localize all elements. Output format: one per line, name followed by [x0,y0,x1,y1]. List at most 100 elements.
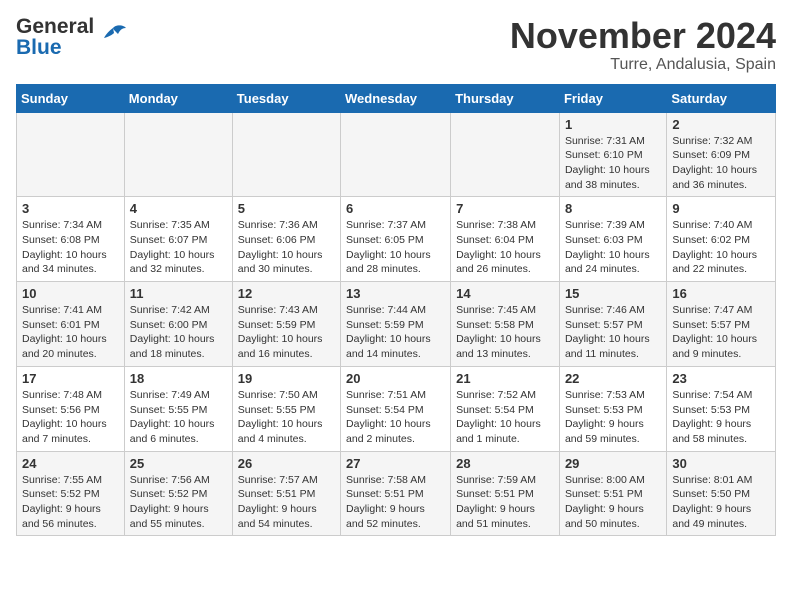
day-detail: Sunrise: 7:53 AM Sunset: 5:53 PM Dayligh… [565,389,645,445]
calendar-cell: 21 Sunrise: 7:52 AM Sunset: 5:54 PM Dayli… [451,366,560,451]
day-detail: Sunrise: 7:48 AM Sunset: 5:56 PM Dayligh… [22,389,107,445]
day-detail: Sunrise: 7:51 AM Sunset: 5:54 PM Dayligh… [346,389,431,445]
month-title: November 2024 [510,16,776,56]
calendar-cell: 18 Sunrise: 7:49 AM Sunset: 5:55 PM Dayli… [124,366,232,451]
day-number: 11 [130,286,227,301]
weekday-header-row: SundayMondayTuesdayWednesdayThursdayFrid… [17,84,776,112]
day-detail: Sunrise: 7:56 AM Sunset: 5:52 PM Dayligh… [130,474,210,530]
day-number: 27 [346,456,445,471]
day-number: 3 [22,201,119,216]
calendar-cell: 22 Sunrise: 7:53 AM Sunset: 5:53 PM Dayli… [559,366,666,451]
title-area: November 2024 Turre, Andalusia, Spain [510,16,776,74]
day-detail: Sunrise: 7:55 AM Sunset: 5:52 PM Dayligh… [22,474,102,530]
day-detail: Sunrise: 7:32 AM Sunset: 6:09 PM Dayligh… [672,135,757,191]
day-detail: Sunrise: 7:49 AM Sunset: 5:55 PM Dayligh… [130,389,215,445]
location-title: Turre, Andalusia, Spain [510,56,776,74]
weekday-header-sunday: Sunday [17,84,125,112]
calendar-cell: 6 Sunrise: 7:37 AM Sunset: 6:05 PM Daylig… [341,197,451,282]
day-number: 26 [238,456,335,471]
day-number: 1 [565,117,661,132]
calendar-cell: 1 Sunrise: 7:31 AM Sunset: 6:10 PM Daylig… [559,112,666,197]
day-number: 29 [565,456,661,471]
day-number: 19 [238,371,335,386]
logo-general: General [16,16,94,37]
day-number: 25 [130,456,227,471]
day-detail: Sunrise: 7:37 AM Sunset: 6:05 PM Dayligh… [346,219,431,275]
calendar-cell: 16 Sunrise: 7:47 AM Sunset: 5:57 PM Dayli… [667,282,776,367]
day-detail: Sunrise: 7:39 AM Sunset: 6:03 PM Dayligh… [565,219,650,275]
weekday-header-thursday: Thursday [451,84,560,112]
day-number: 22 [565,371,661,386]
calendar-table: SundayMondayTuesdayWednesdayThursdayFrid… [16,84,776,537]
calendar-cell: 10Sunrise: 7:41 AM Sunset: 6:01 PM Dayli… [17,282,125,367]
day-detail: Sunrise: 7:35 AM Sunset: 6:07 PM Dayligh… [130,219,215,275]
day-number: 17 [22,371,119,386]
logo: General Blue [16,16,128,58]
calendar-cell: 8 Sunrise: 7:39 AM Sunset: 6:03 PM Daylig… [559,197,666,282]
day-number: 6 [346,201,445,216]
day-detail: Sunrise: 7:36 AM Sunset: 6:06 PM Dayligh… [238,219,323,275]
day-detail: Sunrise: 8:00 AM Sunset: 5:51 PM Dayligh… [565,474,645,530]
calendar-cell: 13 Sunrise: 7:44 AM Sunset: 5:59 PM Dayli… [341,282,451,367]
calendar-cell: 23 Sunrise: 7:54 AM Sunset: 5:53 PM Dayli… [667,366,776,451]
calendar-cell: 27 Sunrise: 7:58 AM Sunset: 5:51 PM Dayli… [341,451,451,536]
day-number: 7 [456,201,554,216]
calendar-cell: 17 Sunrise: 7:48 AM Sunset: 5:56 PM Dayli… [17,366,125,451]
day-detail: Sunrise: 7:52 AM Sunset: 5:54 PM Dayligh… [456,389,541,445]
day-detail: Sunrise: 7:45 AM Sunset: 5:58 PM Dayligh… [456,304,541,360]
weekday-header-monday: Monday [124,84,232,112]
weekday-header-saturday: Saturday [667,84,776,112]
calendar-cell: 25 Sunrise: 7:56 AM Sunset: 5:52 PM Dayli… [124,451,232,536]
calendar-cell: 28Sunrise: 7:59 AM Sunset: 5:51 PM Dayli… [451,451,560,536]
calendar-cell: 2 Sunrise: 7:32 AM Sunset: 6:09 PM Daylig… [667,112,776,197]
calendar-week-row: 17 Sunrise: 7:48 AM Sunset: 5:56 PM Dayli… [17,366,776,451]
day-number: 15 [565,286,661,301]
calendar-cell [124,112,232,197]
calendar-cell: 7 Sunrise: 7:38 AM Sunset: 6:04 PM Daylig… [451,197,560,282]
day-number: 24 [22,456,119,471]
day-detail: Sunrise: 7:43 AM Sunset: 5:59 PM Dayligh… [238,304,323,360]
day-number: 18 [130,371,227,386]
calendar-cell [341,112,451,197]
day-detail: Sunrise: 7:38 AM Sunset: 6:04 PM Dayligh… [456,219,541,275]
logo-blue: Blue [16,37,94,58]
calendar-cell [17,112,125,197]
day-number: 8 [565,201,661,216]
calendar-cell: 12 Sunrise: 7:43 AM Sunset: 5:59 PM Dayli… [232,282,340,367]
day-detail: Sunrise: 7:42 AM Sunset: 6:00 PM Dayligh… [130,304,215,360]
day-number: 16 [672,286,770,301]
calendar-cell: 3 Sunrise: 7:34 AM Sunset: 6:08 PM Daylig… [17,197,125,282]
calendar-week-row: 24 Sunrise: 7:55 AM Sunset: 5:52 PM Dayli… [17,451,776,536]
day-detail: Sunrise: 7:54 AM Sunset: 5:53 PM Dayligh… [672,389,752,445]
day-detail: Sunrise: 7:34 AM Sunset: 6:08 PM Dayligh… [22,219,107,275]
logo-bird-icon [98,20,128,55]
header: General Blue November 2024 Turre, Andalu… [16,16,776,74]
day-number: 2 [672,117,770,132]
day-number: 12 [238,286,335,301]
day-detail: Sunrise: 8:01 AM Sunset: 5:50 PM Dayligh… [672,474,752,530]
day-number: 23 [672,371,770,386]
day-number: 21 [456,371,554,386]
calendar-cell: 30 Sunrise: 8:01 AM Sunset: 5:50 PM Dayli… [667,451,776,536]
day-detail: Sunrise: 7:57 AM Sunset: 5:51 PM Dayligh… [238,474,318,530]
day-number: 13 [346,286,445,301]
calendar-cell: 9 Sunrise: 7:40 AM Sunset: 6:02 PM Daylig… [667,197,776,282]
day-detail: Sunrise: 7:50 AM Sunset: 5:55 PM Dayligh… [238,389,323,445]
day-detail: Sunrise: 7:41 AM Sunset: 6:01 PM Dayligh… [22,304,107,360]
calendar-cell: 15Sunrise: 7:46 AM Sunset: 5:57 PM Dayli… [559,282,666,367]
day-number: 28 [456,456,554,471]
day-detail: Sunrise: 7:40 AM Sunset: 6:02 PM Dayligh… [672,219,757,275]
calendar-cell: 24 Sunrise: 7:55 AM Sunset: 5:52 PM Dayli… [17,451,125,536]
day-detail: Sunrise: 7:44 AM Sunset: 5:59 PM Dayligh… [346,304,431,360]
day-number: 30 [672,456,770,471]
day-detail: Sunrise: 7:31 AM Sunset: 6:10 PM Dayligh… [565,135,650,191]
weekday-header-wednesday: Wednesday [341,84,451,112]
day-number: 9 [672,201,770,216]
day-detail: Sunrise: 7:58 AM Sunset: 5:51 PM Dayligh… [346,474,426,530]
day-detail: Sunrise: 7:47 AM Sunset: 5:57 PM Dayligh… [672,304,757,360]
calendar-cell: 19 Sunrise: 7:50 AM Sunset: 5:55 PM Dayli… [232,366,340,451]
calendar-cell: 5Sunrise: 7:36 AM Sunset: 6:06 PM Daylig… [232,197,340,282]
calendar-cell: 11 Sunrise: 7:42 AM Sunset: 6:00 PM Dayli… [124,282,232,367]
calendar-cell: 29 Sunrise: 8:00 AM Sunset: 5:51 PM Dayli… [559,451,666,536]
calendar-cell: 14Sunrise: 7:45 AM Sunset: 5:58 PM Dayli… [451,282,560,367]
